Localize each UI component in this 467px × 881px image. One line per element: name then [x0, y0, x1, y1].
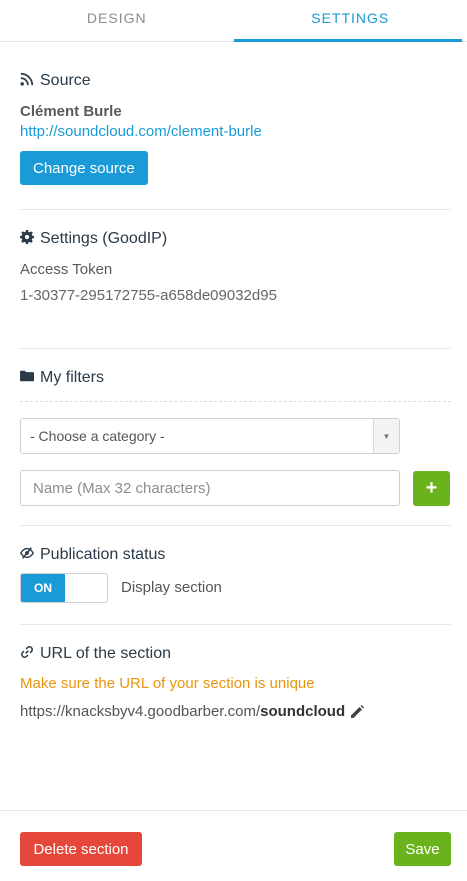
divider — [20, 525, 451, 526]
link-icon — [20, 645, 34, 664]
tab-design[interactable]: DESIGN — [0, 0, 234, 41]
source-title-text: Source — [40, 72, 91, 89]
folder-icon — [20, 369, 34, 388]
publication-toggle[interactable]: ON — [20, 573, 108, 603]
source-title: Source — [20, 70, 451, 92]
tab-settings[interactable]: SETTINGS — [233, 0, 467, 42]
toggle-on-label: ON — [21, 574, 65, 602]
url-warning: Make sure the URL of your section is uni… — [20, 675, 315, 692]
filters-section: My filters — [20, 367, 451, 389]
delete-section-button[interactable]: Delete section — [20, 832, 142, 866]
display-section-label: Display section — [121, 579, 222, 596]
source-url-link[interactable]: http://soundcloud.com/clement-burle — [20, 123, 451, 140]
category-select-value: - Choose a category - — [30, 428, 165, 444]
dashed-divider — [20, 401, 451, 402]
url-section: URL of the section Make sure the URL of … — [20, 643, 451, 720]
add-filter-button[interactable]: + — [413, 471, 450, 506]
settings-section: Settings (GoodIP) Access Token 1-30377-2… — [20, 228, 451, 304]
change-source-button[interactable]: Change source — [20, 151, 148, 185]
save-button[interactable]: Save — [394, 832, 451, 866]
tab-bar: DESIGN SETTINGS — [0, 0, 467, 42]
url-title-text: URL of the section — [40, 645, 172, 662]
rss-icon — [20, 72, 34, 91]
filters-title: My filters — [20, 367, 451, 389]
eye-slash-icon — [20, 546, 34, 565]
filters-title-text: My filters — [40, 369, 104, 386]
access-token-label: Access Token — [20, 261, 113, 278]
settings-title-text: Settings (GoodIP) — [40, 230, 168, 247]
url-base: https://knacksbyv4.goodbarber.com/ — [20, 703, 261, 720]
access-token-value: 1-30377-295172755-a658de09032d95 — [20, 287, 277, 304]
category-select[interactable]: - Choose a category - ▼ — [20, 418, 400, 454]
url-slug: soundcloud — [260, 703, 346, 720]
filter-name-input[interactable] — [20, 470, 400, 506]
divider — [20, 624, 451, 625]
publication-section: Publication status — [20, 544, 451, 566]
source-section: Source Clément Burle http://soundcloud.c… — [20, 70, 451, 185]
pencil-icon[interactable] — [349, 704, 365, 720]
toggle-off-area — [65, 574, 107, 602]
publication-title-text: Publication status — [40, 546, 166, 563]
settings-title: Settings (GoodIP) — [20, 228, 451, 250]
publication-title: Publication status — [20, 544, 451, 566]
url-title: URL of the section — [20, 643, 451, 665]
gear-icon — [20, 229, 35, 249]
section-url: https://knacksbyv4.goodbarber.com/soundc… — [20, 703, 451, 720]
source-name: Clément Burle — [20, 103, 122, 120]
chevron-down-icon[interactable]: ▼ — [373, 419, 399, 453]
divider — [20, 348, 451, 349]
footer-bar: Delete section Save — [0, 810, 467, 881]
divider — [20, 209, 451, 210]
